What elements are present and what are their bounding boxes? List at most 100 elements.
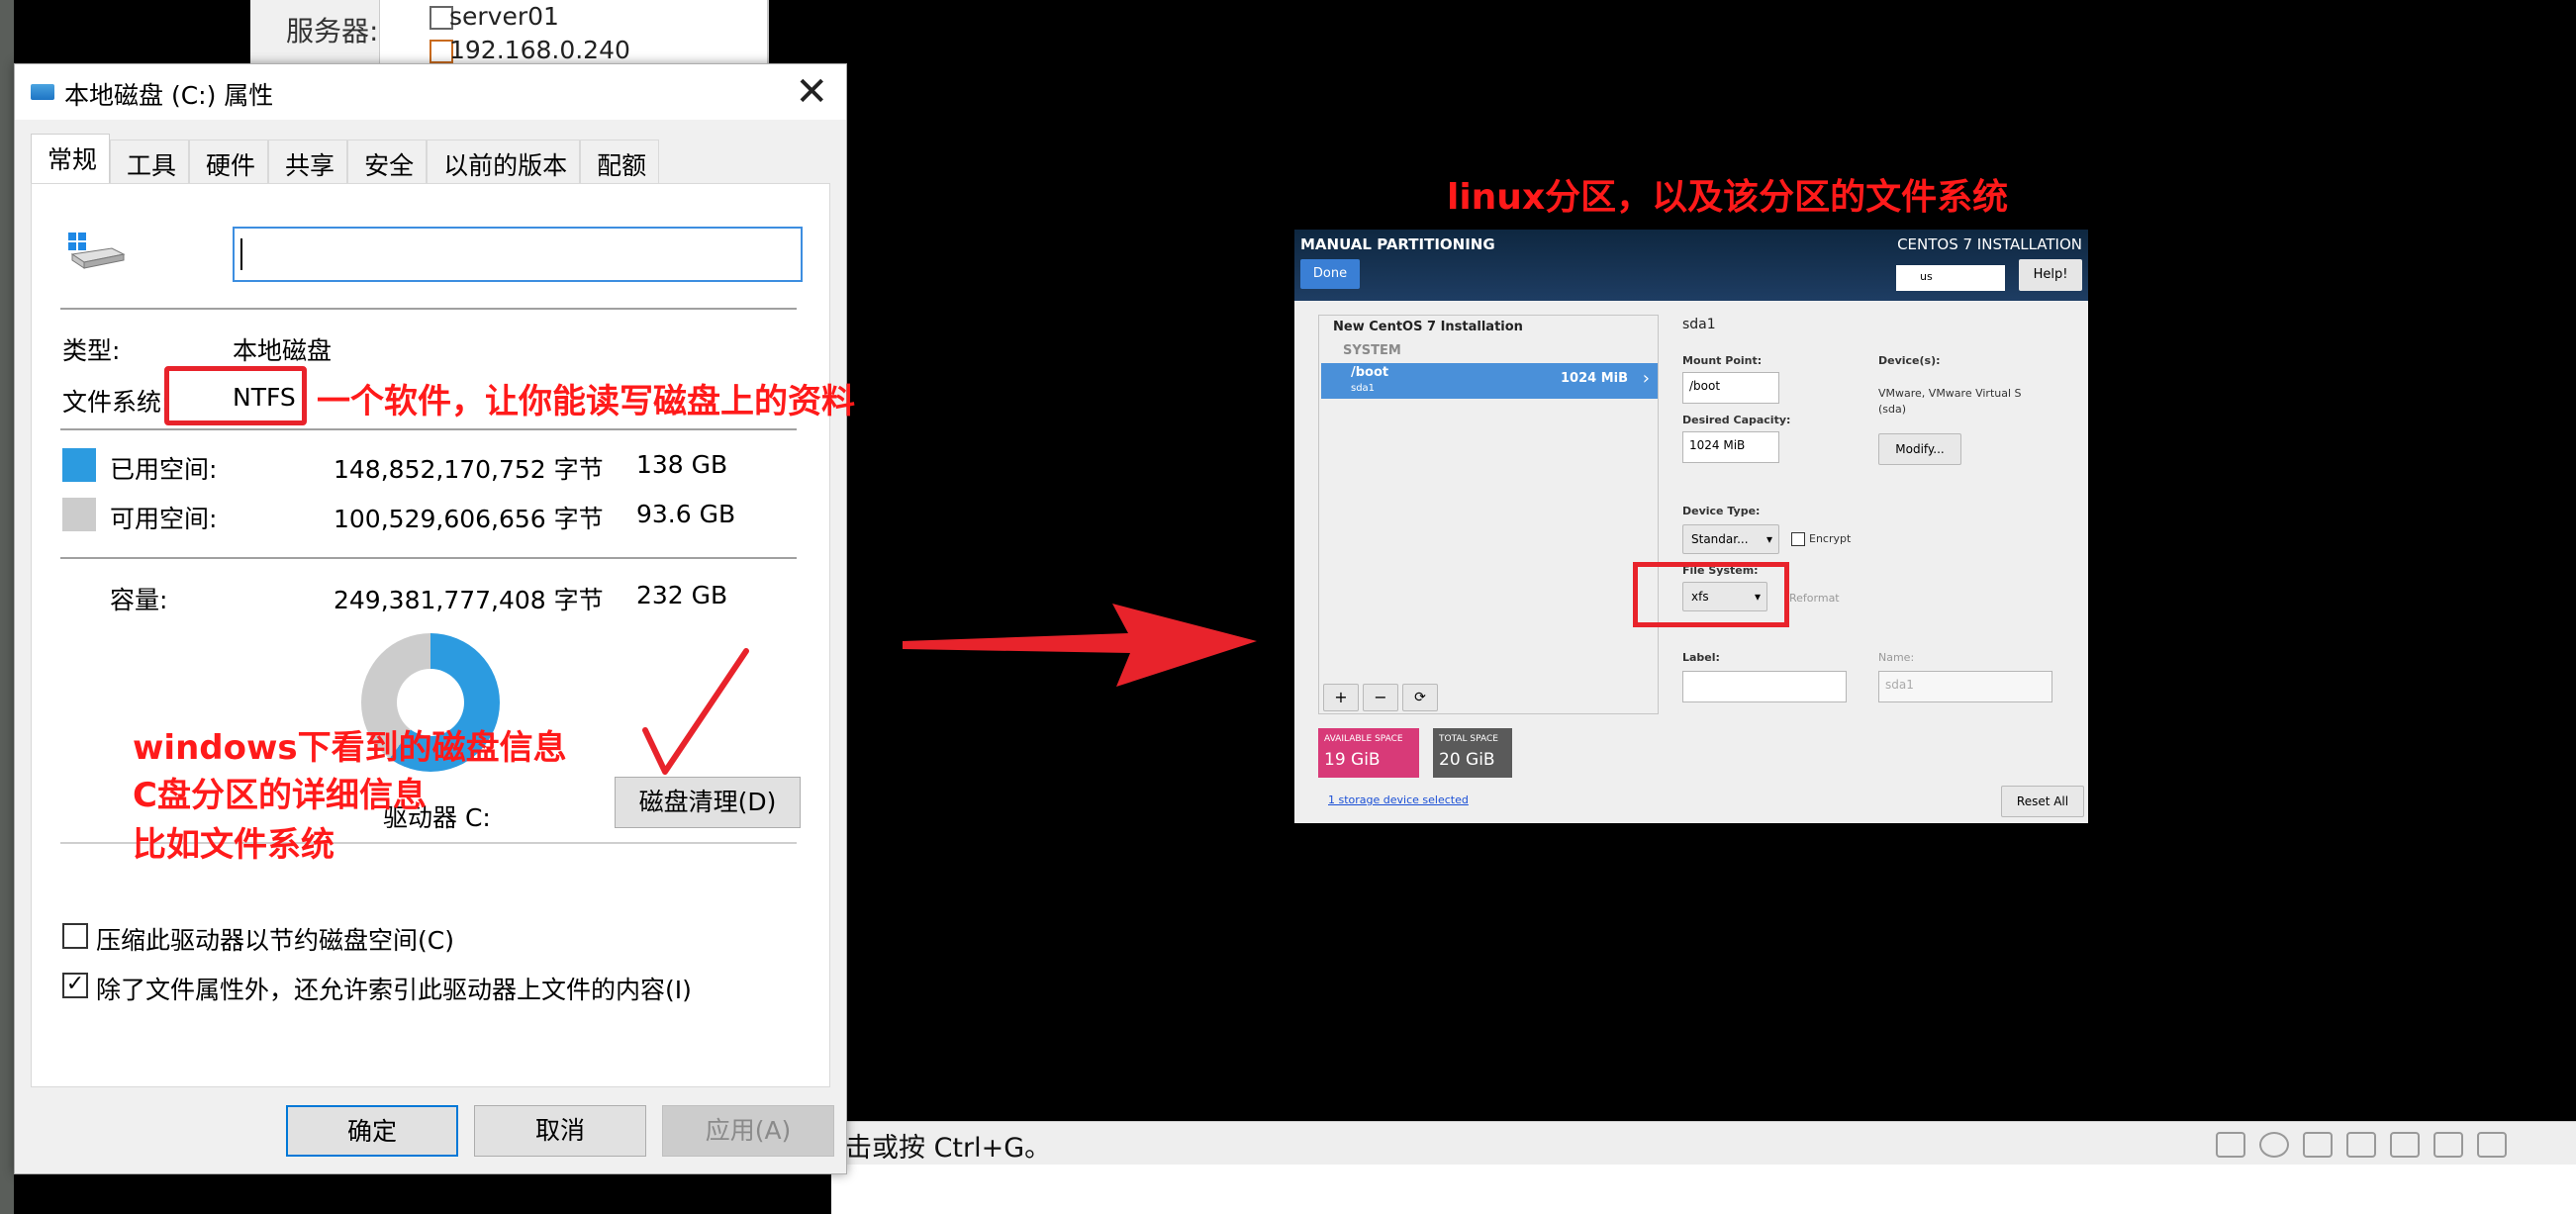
index-checkbox[interactable]: ✓ — [62, 973, 88, 998]
tab-tools[interactable]: 工具 — [110, 140, 190, 183]
fs-label: 文件系统: — [62, 388, 170, 417]
mount-size: 1024 MiB — [1560, 371, 1628, 386]
used-color-swatch — [62, 448, 96, 482]
hdd-icon[interactable] — [2216, 1132, 2245, 1158]
server-item[interactable]: server01 — [449, 2, 559, 31]
network-icon[interactable] — [2303, 1132, 2333, 1158]
close-icon[interactable]: ✕ — [795, 68, 828, 116]
desired-capacity-input[interactable]: 1024 MiB — [1682, 431, 1779, 463]
win-annotation-line1: windows下看到的磁盘信息 — [133, 728, 567, 768]
label-input[interactable] — [1682, 671, 1847, 702]
free-gb: 93.6 GB — [636, 500, 736, 528]
status-hint: 击或按 Ctrl+G。 — [845, 1133, 1052, 1164]
mount-name: /boot — [1351, 365, 1389, 380]
local-disk-icon — [68, 233, 126, 269]
ntfs-highlight-box — [164, 366, 307, 425]
dialog-title: 本地磁盘 (C:) 属性 — [64, 81, 274, 110]
free-bytes: 100,529,606,656 字节 — [334, 505, 604, 533]
modify-button[interactable]: Modify... — [1878, 433, 1961, 465]
display-icon[interactable] — [2477, 1132, 2507, 1158]
devices-value: VMware, VMware Virtual S (sda) — [1878, 387, 2022, 416]
text-caret — [240, 238, 242, 270]
index-label: 除了文件属性外，还允许索引此驱动器上文件的内容(I) — [96, 976, 692, 1004]
checkmark-annotation — [642, 648, 749, 775]
install-group-title[interactable]: New CentOS 7 Installation — [1333, 320, 1523, 334]
capacity-bytes: 249,381,777,408 字节 — [334, 586, 604, 614]
type-label: 类型: — [62, 336, 121, 365]
storage-device-link[interactable]: 1 storage device selected — [1328, 794, 1469, 806]
compress-label: 压缩此驱动器以节约磁盘空间(C) — [96, 926, 454, 955]
total-space-box: TOTAL SPACE 20 GiB — [1433, 728, 1512, 778]
refresh-button[interactable]: ⟳ — [1402, 684, 1438, 711]
free-color-swatch — [62, 498, 96, 531]
avail-value: 19 GiB — [1324, 750, 1381, 770]
server-label: 服务器: — [286, 15, 379, 47]
cancel-button[interactable]: 取消 — [474, 1105, 646, 1157]
linux-annotation: linux分区，以及该分区的文件系统 — [1447, 177, 2009, 218]
device-type-value: Standar... — [1691, 532, 1749, 546]
screen-title: MANUAL PARTITIONING — [1300, 235, 1495, 253]
detail-title: sda1 — [1682, 317, 1716, 332]
total-label: TOTAL SPACE — [1439, 734, 1498, 744]
tab-quota[interactable]: 配额 — [580, 140, 660, 183]
encrypt-label: Encrypt — [1809, 532, 1852, 545]
arrow-annotation — [903, 604, 1257, 687]
win-annotation-line2: C盘分区的详细信息 — [133, 776, 427, 815]
reset-all-button[interactable]: Reset All — [2001, 786, 2084, 817]
tab-security[interactable]: 安全 — [347, 140, 428, 183]
divider — [60, 557, 797, 559]
compress-checkbox[interactable] — [62, 923, 88, 949]
free-label: 可用空间: — [110, 505, 218, 533]
printer-icon[interactable] — [2390, 1132, 2420, 1158]
centos-partition-screen: MANUAL PARTITIONING CENTOS 7 INSTALLATIO… — [1294, 230, 2088, 823]
remove-mount-button[interactable]: − — [1363, 684, 1398, 711]
usb-icon[interactable] — [2346, 1132, 2376, 1158]
bottom-area — [831, 1165, 2576, 1214]
label-field-label: Label: — [1682, 651, 1720, 664]
disk-cleanup-button[interactable]: 磁盘清理(D) — [615, 777, 801, 828]
used-label: 已用空间: — [110, 455, 218, 484]
desired-capacity-label: Desired Capacity: — [1682, 414, 1791, 426]
tab-bar: 常规 工具 硬件 共享 安全 以前的版本 配额 — [31, 134, 660, 183]
used-bytes: 148,852,170,752 字节 — [334, 455, 604, 484]
server-list: server01 192.168.0.240 — [379, 0, 767, 65]
mount-point-input[interactable]: /boot — [1682, 372, 1779, 404]
devices-label: Device(s): — [1878, 354, 1941, 367]
divider — [60, 428, 797, 430]
cd-icon[interactable] — [2259, 1132, 2289, 1158]
capacity-label: 容量: — [110, 586, 168, 614]
drive-icon — [31, 84, 54, 100]
capacity-gb: 232 GB — [636, 581, 728, 609]
add-mount-button[interactable]: + — [1323, 684, 1359, 711]
server-item[interactable]: 192.168.0.240 — [449, 36, 630, 64]
name-field-label: Name: — [1878, 651, 1915, 664]
mount-item-boot[interactable]: /boot sda1 1024 MiB › — [1321, 363, 1658, 399]
background-window: 服务器: server01 192.168.0.240 — [250, 0, 769, 65]
volume-name-input[interactable] — [233, 227, 803, 282]
tab-previous-versions[interactable]: 以前的版本 — [427, 140, 581, 183]
apply-button[interactable]: 应用(A) — [662, 1105, 834, 1157]
avail-label: AVAILABLE SPACE — [1324, 734, 1403, 744]
available-space-box: AVAILABLE SPACE 19 GiB — [1318, 728, 1419, 778]
name-input[interactable]: sda1 — [1878, 671, 2052, 702]
tab-hardware[interactable]: 硬件 — [189, 140, 269, 183]
mount-device: sda1 — [1351, 383, 1376, 394]
mount-list-panel: New CentOS 7 Installation SYSTEM /boot s… — [1318, 315, 1659, 714]
done-button[interactable]: Done — [1300, 259, 1360, 289]
desktop-edge — [0, 0, 14, 1214]
help-button[interactable]: Help! — [2019, 259, 2082, 291]
chevron-right-icon: › — [1642, 368, 1650, 389]
fs-annotation: 一个软件，让你能读写磁盘上的资料 — [317, 382, 855, 421]
sound-icon[interactable] — [2433, 1132, 2463, 1158]
total-value: 20 GiB — [1439, 750, 1495, 770]
device-type-dropdown[interactable]: Standar... ▾ — [1682, 524, 1779, 554]
encrypt-checkbox[interactable] — [1791, 532, 1805, 546]
tab-sharing[interactable]: 共享 — [268, 140, 348, 183]
keyboard-layout[interactable]: us — [1896, 265, 2005, 291]
system-heading: SYSTEM — [1343, 343, 1401, 358]
dropdown-arrow-icon: ▾ — [1765, 532, 1772, 546]
index-check-mark: ✓ — [65, 972, 85, 996]
ok-button[interactable]: 确定 — [286, 1105, 458, 1157]
reformat-label: Reformat — [1789, 592, 1840, 605]
tab-general[interactable]: 常规 — [31, 134, 111, 183]
